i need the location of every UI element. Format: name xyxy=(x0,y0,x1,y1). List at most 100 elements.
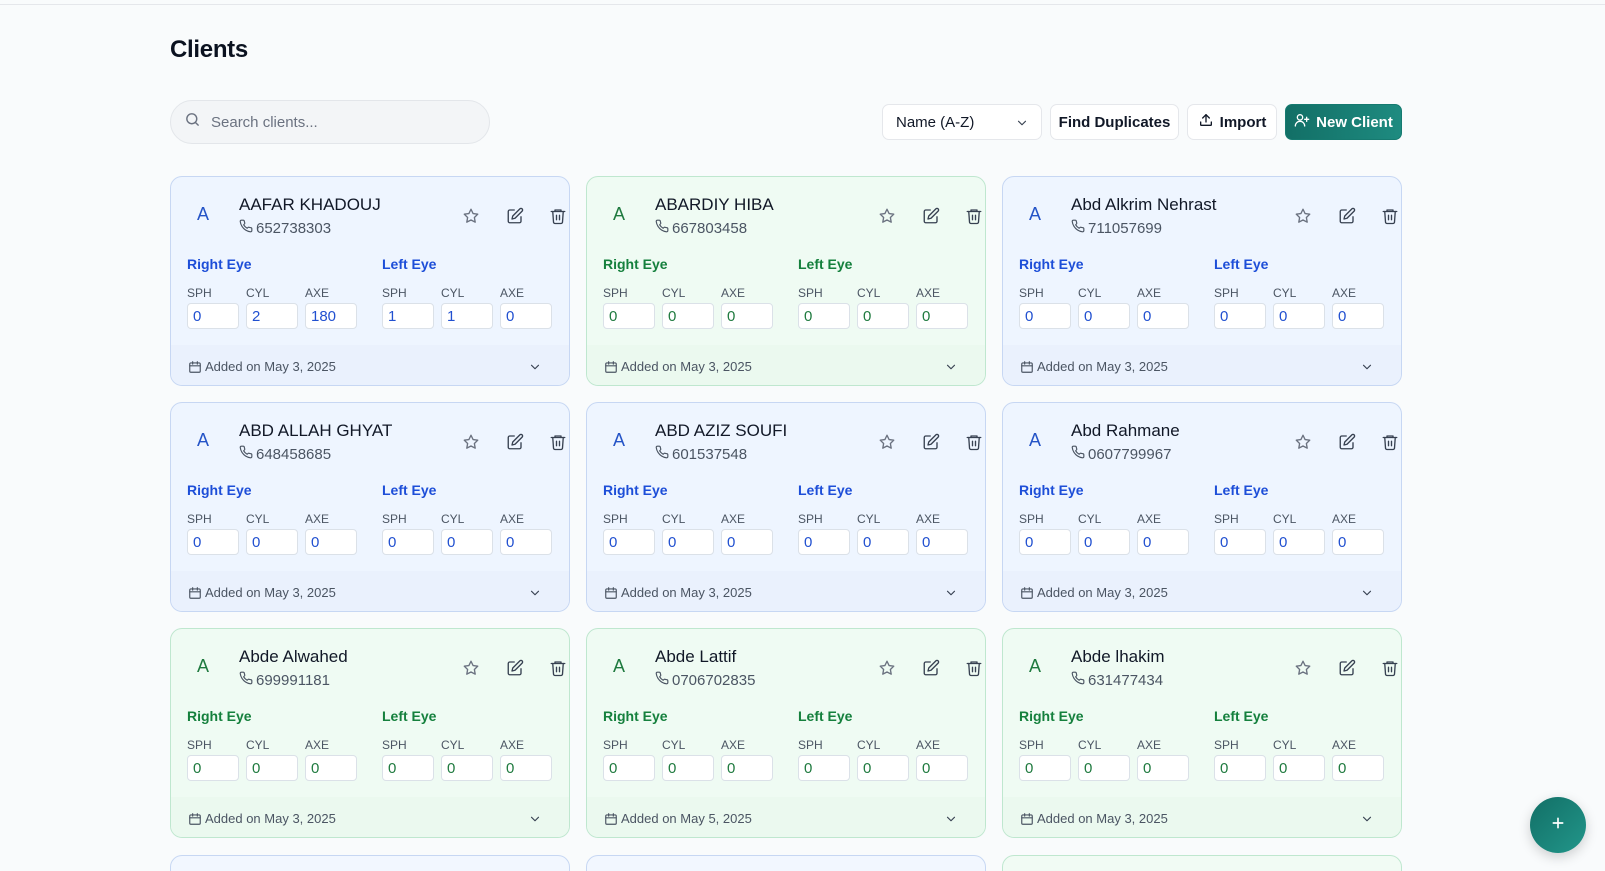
client-card-partial[interactable] xyxy=(586,855,986,871)
right-eye-sph-value: 0 xyxy=(187,303,239,329)
upload-icon xyxy=(1198,112,1214,132)
avatar: A xyxy=(1029,204,1042,224)
search-box[interactable] xyxy=(170,100,490,144)
client-phone: 0706702835 xyxy=(655,671,755,689)
right-eye-sph-field: SPH 0 xyxy=(603,512,655,555)
phone-number: 631477434 xyxy=(1088,671,1164,689)
left-eye-sph-value: 0 xyxy=(798,303,850,329)
star-icon[interactable] xyxy=(878,207,896,225)
trash-icon[interactable] xyxy=(1381,207,1399,225)
client-card[interactable]: A ABARDIY HIBA 667803458 Right Eye Left … xyxy=(586,176,986,386)
client-card[interactable]: A Abd Alkrim Nehrast 711057699 Right Eye… xyxy=(1002,176,1402,386)
edit-icon[interactable] xyxy=(506,207,524,225)
star-icon[interactable] xyxy=(1294,433,1312,451)
axe-label: AXE xyxy=(721,512,746,526)
right-eye-sph-field: SPH 0 xyxy=(187,286,239,329)
right-eye-sph-field: SPH 0 xyxy=(1019,738,1071,781)
chevron-down-icon[interactable] xyxy=(944,812,958,826)
card-footer: Added on May 3, 2025 xyxy=(587,345,985,385)
client-phone: 0607799967 xyxy=(1071,445,1171,463)
star-icon[interactable] xyxy=(1294,207,1312,225)
sort-select[interactable]: Name (A-Z) xyxy=(882,104,1042,140)
trash-icon[interactable] xyxy=(549,433,567,451)
star-icon[interactable] xyxy=(462,433,480,451)
user-plus-icon xyxy=(1294,112,1310,132)
find-duplicates-button[interactable]: Find Duplicates xyxy=(1050,104,1179,140)
trash-icon[interactable] xyxy=(965,659,983,677)
client-card-partial[interactable] xyxy=(1002,855,1402,871)
chevron-down-icon[interactable] xyxy=(1360,360,1374,374)
right-eye-heading: Right Eye xyxy=(1019,708,1084,724)
axe-label: AXE xyxy=(916,286,941,300)
star-icon[interactable] xyxy=(878,433,896,451)
edit-icon[interactable] xyxy=(506,659,524,677)
card-footer: Added on May 3, 2025 xyxy=(1003,345,1401,385)
cyl-label: CYL xyxy=(1078,738,1102,752)
left-eye-sph-value: 0 xyxy=(798,529,850,555)
sph-label: SPH xyxy=(1214,738,1239,752)
chevron-down-icon[interactable] xyxy=(528,360,542,374)
client-card[interactable]: A ABD ALLAH GHYAT 648458685 Right Eye Le… xyxy=(170,402,570,612)
client-card[interactable]: A ABD AZIZ SOUFI 601537548 Right Eye Lef… xyxy=(586,402,986,612)
trash-icon[interactable] xyxy=(965,207,983,225)
trash-icon[interactable] xyxy=(549,659,567,677)
search-input[interactable] xyxy=(211,113,471,131)
chevron-down-icon[interactable] xyxy=(528,586,542,600)
new-client-button[interactable]: New Client xyxy=(1285,104,1402,140)
floating-add-button[interactable] xyxy=(1530,797,1586,853)
edit-icon[interactable] xyxy=(1338,207,1356,225)
plus-icon xyxy=(1550,815,1566,836)
chevron-down-icon[interactable] xyxy=(1360,586,1374,600)
client-card-partial[interactable] xyxy=(170,855,570,871)
phone-icon xyxy=(1071,445,1085,463)
right-eye-axe-field: AXE 0 xyxy=(721,512,773,555)
import-button[interactable]: Import xyxy=(1187,104,1277,140)
chevron-down-icon[interactable] xyxy=(1360,812,1374,826)
trash-icon[interactable] xyxy=(1381,433,1399,451)
import-label: Import xyxy=(1219,113,1267,131)
edit-icon[interactable] xyxy=(922,433,940,451)
client-card[interactable]: A Abde Lattif 0706702835 Right Eye Left … xyxy=(586,628,986,838)
left-eye-cyl-field: CYL 0 xyxy=(857,512,909,555)
right-eye-heading: Right Eye xyxy=(1019,256,1084,272)
client-card[interactable]: A Abde lhakim 631477434 Right Eye Left E… xyxy=(1002,628,1402,838)
star-icon[interactable] xyxy=(1294,659,1312,677)
sph-label: SPH xyxy=(187,738,212,752)
client-phone: 631477434 xyxy=(1071,671,1163,689)
client-name: ABD AZIZ SOUFI xyxy=(655,421,788,440)
trash-icon[interactable] xyxy=(1381,659,1399,677)
client-card[interactable]: A AAFAR KHADOUJ 652738303 Right Eye Left… xyxy=(170,176,570,386)
star-icon[interactable] xyxy=(878,659,896,677)
client-card[interactable]: A Abde Alwahed 699991181 Right Eye Left … xyxy=(170,628,570,838)
edit-icon[interactable] xyxy=(922,207,940,225)
chevron-down-icon[interactable] xyxy=(944,360,958,374)
star-icon[interactable] xyxy=(462,207,480,225)
chevron-down-icon[interactable] xyxy=(944,586,958,600)
left-eye-axe-value: 0 xyxy=(1332,303,1384,329)
avatar: A xyxy=(197,656,210,676)
star-icon[interactable] xyxy=(462,659,480,677)
edit-icon[interactable] xyxy=(1338,433,1356,451)
phone-number: 0607799967 xyxy=(1088,445,1172,463)
added-date: Added on May 3, 2025 xyxy=(205,359,336,374)
left-eye-heading: Left Eye xyxy=(382,708,437,724)
calendar-icon xyxy=(188,812,202,826)
left-eye-axe-value: 0 xyxy=(500,303,552,329)
edit-icon[interactable] xyxy=(922,659,940,677)
chevron-down-icon[interactable] xyxy=(528,812,542,826)
right-eye-sph-value: 0 xyxy=(187,529,239,555)
right-eye-heading: Right Eye xyxy=(187,708,252,724)
trash-icon[interactable] xyxy=(549,207,567,225)
edit-icon[interactable] xyxy=(1338,659,1356,677)
phone-icon xyxy=(239,445,253,463)
client-card[interactable]: A Abd Rahmane 0607799967 Right Eye Left … xyxy=(1002,402,1402,612)
trash-icon[interactable] xyxy=(965,433,983,451)
edit-icon[interactable] xyxy=(506,433,524,451)
left-eye-axe-field: AXE 0 xyxy=(500,512,552,555)
right-eye-axe-field: AXE 0 xyxy=(305,512,357,555)
right-eye-cyl-value: 0 xyxy=(662,755,714,781)
axe-label: AXE xyxy=(916,738,941,752)
right-eye-axe-field: AXE 0 xyxy=(305,738,357,781)
left-eye-heading: Left Eye xyxy=(1214,708,1269,724)
right-eye-sph-value: 0 xyxy=(603,303,655,329)
